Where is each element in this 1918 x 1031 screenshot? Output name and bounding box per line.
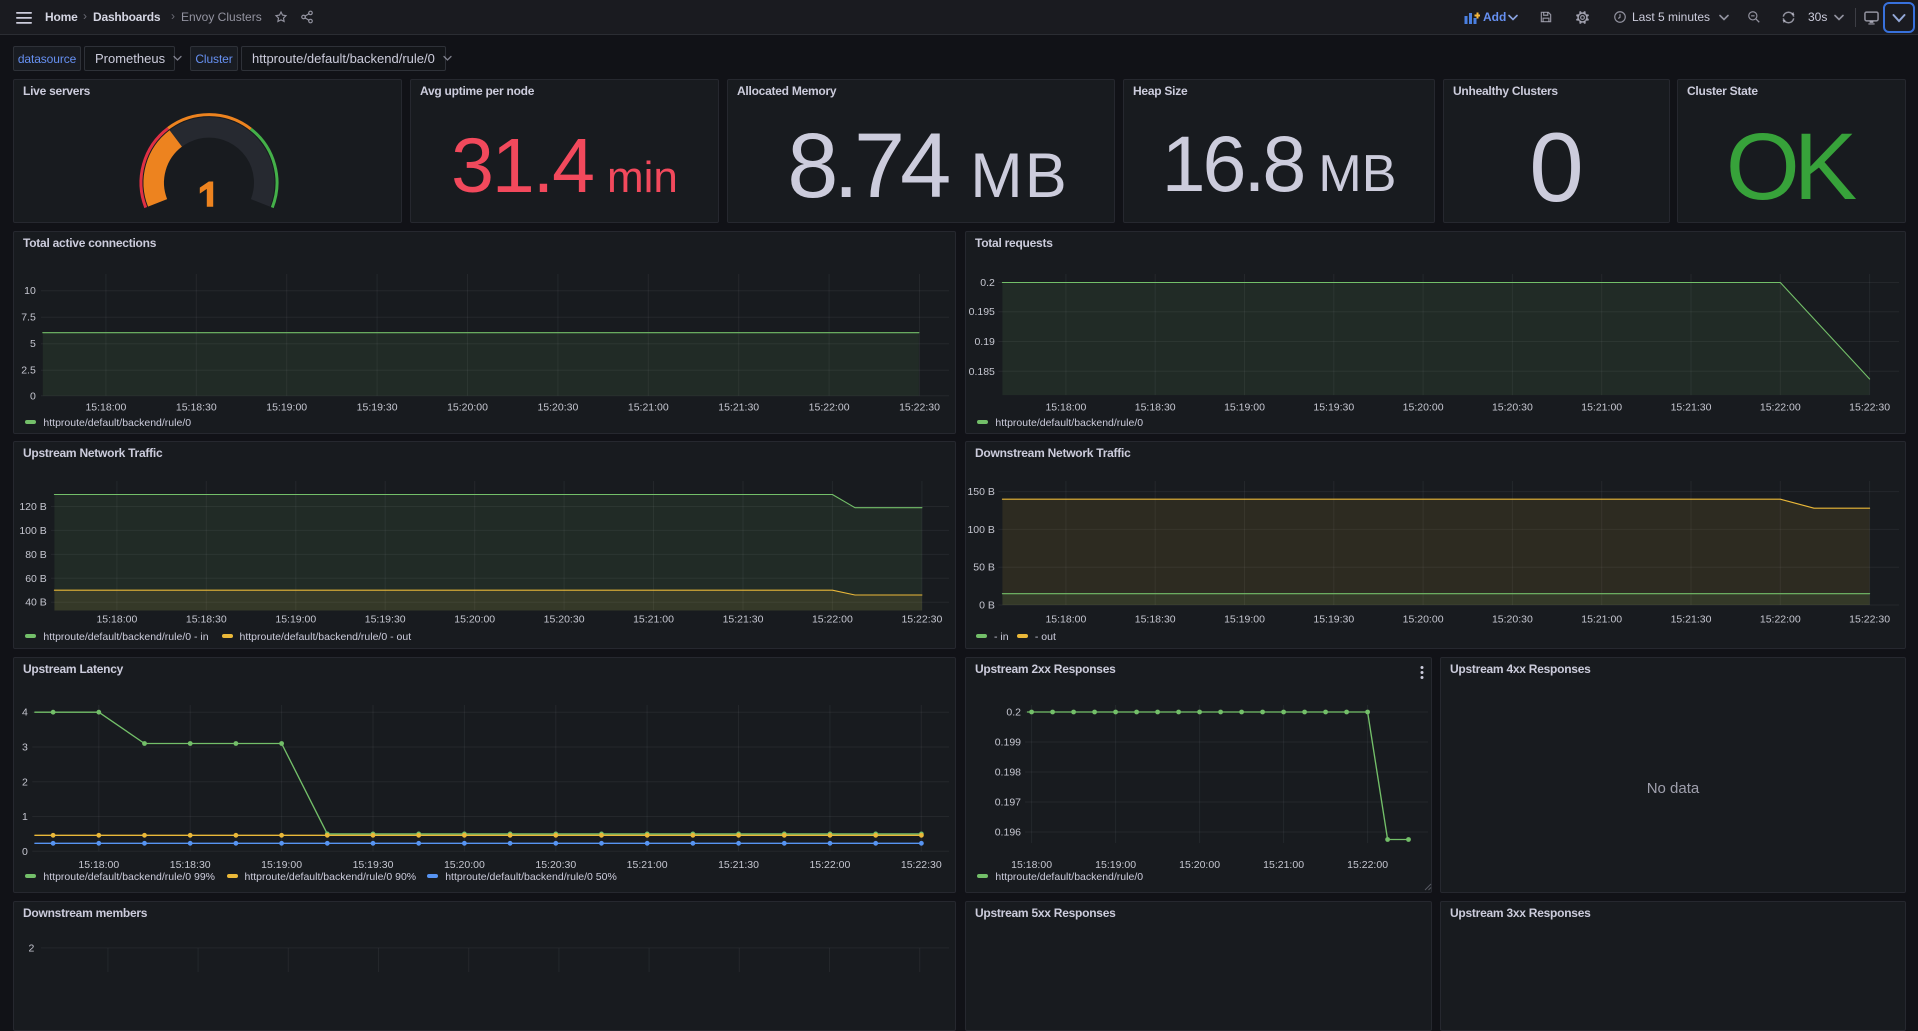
- svg-text:15:22:00: 15:22:00: [1760, 401, 1801, 413]
- svg-text:3: 3: [22, 742, 28, 754]
- svg-text:15:18:30: 15:18:30: [186, 614, 227, 626]
- svg-text:0.197: 0.197: [995, 797, 1021, 809]
- svg-text:0.198: 0.198: [995, 767, 1021, 779]
- svg-text:15:20:00: 15:20:00: [454, 614, 495, 626]
- svg-text:15:20:00: 15:20:00: [447, 401, 488, 413]
- svg-text:0.19: 0.19: [974, 336, 995, 348]
- svg-text:15:19:30: 15:19:30: [1313, 614, 1354, 626]
- svg-text:15:19:00: 15:19:00: [1095, 859, 1136, 871]
- svg-text:15:20:00: 15:20:00: [1403, 401, 1444, 413]
- svg-text:60 B: 60 B: [25, 573, 47, 585]
- svg-text:120 B: 120 B: [19, 501, 46, 513]
- svg-text:0.185: 0.185: [969, 366, 995, 378]
- svg-text:15:19:00: 15:19:00: [275, 614, 316, 626]
- svg-text:40 B: 40 B: [25, 597, 47, 609]
- svg-text:15:20:30: 15:20:30: [544, 614, 585, 626]
- svg-text:15:21:00: 15:21:00: [1581, 401, 1622, 413]
- svg-text:15:22:00: 15:22:00: [1760, 614, 1801, 626]
- svg-text:15:21:30: 15:21:30: [718, 401, 759, 413]
- svg-text:15:21:30: 15:21:30: [718, 859, 759, 871]
- svg-text:15:20:00: 15:20:00: [444, 859, 485, 871]
- svg-text:15:19:30: 15:19:30: [365, 614, 406, 626]
- svg-text:15:19:30: 15:19:30: [357, 401, 398, 413]
- svg-text:15:18:30: 15:18:30: [1135, 401, 1176, 413]
- svg-text:7.5: 7.5: [21, 312, 36, 324]
- svg-text:0.2: 0.2: [980, 277, 995, 289]
- svg-text:100 B: 100 B: [19, 525, 46, 537]
- svg-text:15:22:30: 15:22:30: [1849, 614, 1890, 626]
- svg-text:15:19:30: 15:19:30: [1313, 401, 1354, 413]
- svg-text:15:19:30: 15:19:30: [353, 859, 394, 871]
- svg-text:0.196: 0.196: [995, 827, 1021, 839]
- svg-text:15:20:30: 15:20:30: [537, 401, 578, 413]
- svg-text:0 B: 0 B: [979, 600, 995, 612]
- svg-text:15:22:30: 15:22:30: [1849, 401, 1890, 413]
- svg-text:15:18:30: 15:18:30: [1135, 614, 1176, 626]
- svg-text:15:18:00: 15:18:00: [1045, 614, 1086, 626]
- svg-text:1: 1: [22, 811, 28, 823]
- svg-text:15:22:00: 15:22:00: [809, 401, 850, 413]
- svg-text:15:21:00: 15:21:00: [628, 401, 669, 413]
- svg-text:15:20:30: 15:20:30: [1492, 614, 1533, 626]
- svg-text:100 B: 100 B: [967, 524, 994, 536]
- svg-text:0.199: 0.199: [995, 737, 1021, 749]
- svg-text:4: 4: [22, 707, 28, 719]
- svg-text:15:22:30: 15:22:30: [901, 859, 942, 871]
- svg-text:15:22:00: 15:22:00: [812, 614, 853, 626]
- svg-text:15:21:00: 15:21:00: [1263, 859, 1304, 871]
- svg-text:0.2: 0.2: [1006, 707, 1021, 719]
- svg-text:15:18:00: 15:18:00: [96, 614, 137, 626]
- svg-text:50 B: 50 B: [973, 562, 995, 574]
- svg-text:15:22:30: 15:22:30: [901, 614, 942, 626]
- svg-text:2: 2: [22, 776, 28, 788]
- svg-text:15:22:00: 15:22:00: [809, 859, 850, 871]
- svg-text:15:20:00: 15:20:00: [1179, 859, 1220, 871]
- svg-text:15:21:00: 15:21:00: [1581, 614, 1622, 626]
- svg-text:15:21:00: 15:21:00: [633, 614, 674, 626]
- svg-text:15:21:30: 15:21:30: [1671, 401, 1712, 413]
- svg-text:5: 5: [30, 338, 36, 350]
- svg-text:15:20:30: 15:20:30: [1492, 401, 1533, 413]
- svg-text:15:22:00: 15:22:00: [1347, 859, 1388, 871]
- svg-text:15:18:00: 15:18:00: [85, 401, 126, 413]
- svg-text:15:18:00: 15:18:00: [1045, 401, 1086, 413]
- svg-text:15:21:00: 15:21:00: [627, 859, 668, 871]
- svg-text:15:22:30: 15:22:30: [899, 401, 940, 413]
- svg-text:15:18:00: 15:18:00: [1011, 859, 1052, 871]
- svg-text:2: 2: [29, 942, 35, 954]
- svg-text:15:20:30: 15:20:30: [535, 859, 576, 871]
- svg-text:0: 0: [30, 390, 36, 402]
- svg-text:0.195: 0.195: [969, 306, 995, 318]
- svg-text:0: 0: [22, 846, 28, 858]
- svg-text:2.5: 2.5: [21, 365, 36, 377]
- svg-text:15:19:00: 15:19:00: [1224, 614, 1265, 626]
- svg-text:150 B: 150 B: [967, 486, 994, 498]
- svg-text:15:18:00: 15:18:00: [78, 859, 119, 871]
- svg-text:15:19:00: 15:19:00: [261, 859, 302, 871]
- svg-text:10: 10: [24, 285, 36, 297]
- svg-text:15:18:30: 15:18:30: [176, 401, 217, 413]
- svg-text:80 B: 80 B: [25, 549, 47, 561]
- svg-text:15:21:30: 15:21:30: [1671, 614, 1712, 626]
- svg-text:15:20:00: 15:20:00: [1403, 614, 1444, 626]
- svg-text:15:18:30: 15:18:30: [170, 859, 211, 871]
- svg-text:15:21:30: 15:21:30: [723, 614, 764, 626]
- svg-text:15:19:00: 15:19:00: [266, 401, 307, 413]
- svg-text:15:19:00: 15:19:00: [1224, 401, 1265, 413]
